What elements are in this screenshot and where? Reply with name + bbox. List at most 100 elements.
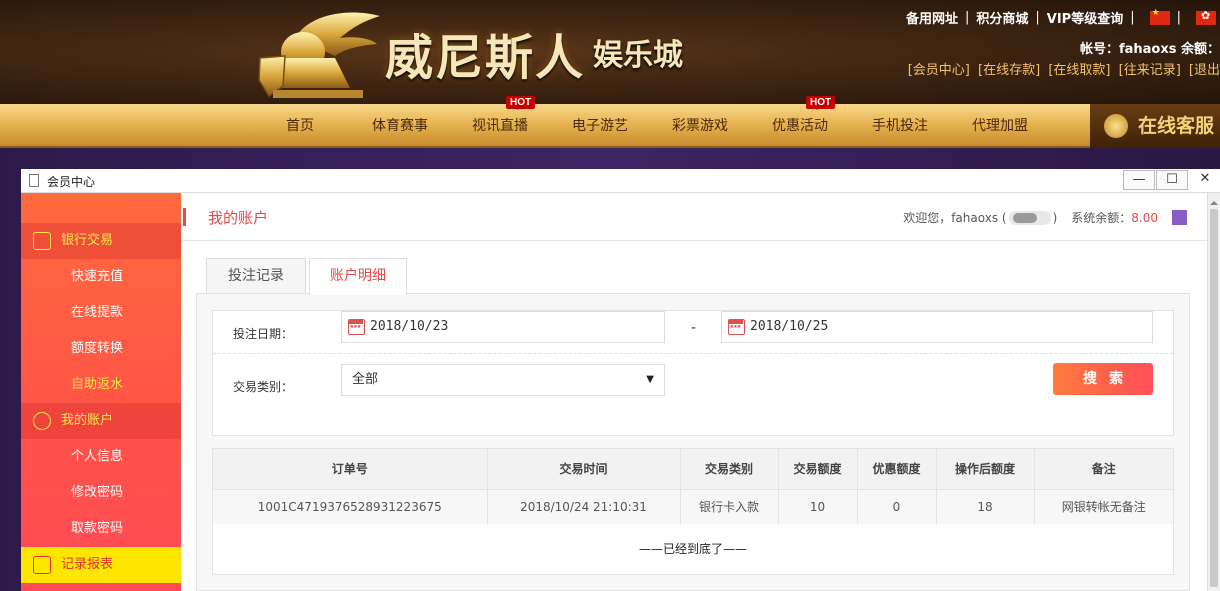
tab-account-details[interactable]: 账户明细 [309,258,407,295]
close-button[interactable]: ✕ [1189,170,1220,190]
table-header-row: 订单号 交易时间 交易类别 交易额度 优惠额度 操作后额度 备注 [213,449,1173,490]
col-time: 交易时间 [487,449,681,490]
hot-badge: HOT [506,96,536,110]
nav-sports[interactable]: 体育赛事 [360,104,440,148]
sidebar-item-withdraw[interactable]: 在线提款 [21,295,181,331]
logo-subtitle: 娱乐城 [593,38,683,73]
report-icon [33,556,51,574]
vip-level-link[interactable]: VIP等级查询 [1047,8,1123,27]
nav-promotions[interactable]: 优惠活动 HOT [760,96,840,148]
online-withdraw-link[interactable]: [在线取款] [1048,63,1110,78]
sidebar-section-label: 我的账户 [61,413,114,428]
logo-title: 威尼斯人 [385,30,586,86]
site-banner: 威尼斯人 娱乐城 备用网址 | 积分商城 | VIP等级查询 | | 帐号：fa… [0,0,1220,104]
transactions-table: 订单号 交易时间 交易类别 交易额度 优惠额度 操作后额度 备注 1001C47… [212,448,1174,575]
sidebar-section-label: 记录报表 [61,557,114,572]
sidebar-item-rebate[interactable]: 自助返水 [21,367,181,403]
sidebar-section-bank[interactable]: 银行交易 [21,223,181,259]
end-date-input[interactable]: 2018/10/25 [721,311,1153,343]
balance-visibility-toggle[interactable] [1008,210,1051,225]
calendar-icon [728,319,745,335]
online-service-button[interactable]: 在线客服 [1090,104,1220,148]
welcome-bar: 欢迎您，fahaoxs ( ) 系统余额： 8.00 [903,209,1187,226]
member-sidebar: 银行交易 快速充值 在线提款 额度转换 自助返水 我的账户 个人信息 修改密码 … [21,193,181,591]
col-type: 交易类别 [680,449,779,490]
title-accent-bar [183,208,186,226]
page-title: 我的账户 [208,209,269,227]
nav-live-video-label: 视讯直播 [472,118,528,134]
transaction-type-value: 全部 [352,372,379,387]
nav-agent[interactable]: 代理加盟 [960,104,1040,148]
sidebar-item-profile[interactable]: 个人信息 [21,439,181,475]
end-of-list: ——已经到底了—— [213,524,1173,574]
type-label: 交易类别： [233,380,294,394]
nav-lottery[interactable]: 彩票游戏 [660,104,740,148]
cell-remark: 网银转帐无备注 [1034,489,1173,524]
sidebar-section-label: 银行交易 [61,233,114,248]
minimize-button[interactable]: — [1123,170,1155,190]
balance-value: 8.00 [1131,210,1158,225]
search-button[interactable]: 搜索 [1053,363,1153,395]
logout-link[interactable]: [退出 [1189,63,1220,78]
date-range-dash: - [691,320,697,336]
end-date-value: 2018/10/25 [750,319,829,334]
wallet-icon [33,232,51,250]
nav-electronic-games[interactable]: 电子游艺 [560,104,640,148]
points-mall-link[interactable]: 积分商城 [976,8,1028,27]
sidebar-section-records[interactable]: 记录报表 [21,547,181,583]
cell-bonus: 0 [857,489,937,524]
col-bonus: 优惠额度 [857,449,937,490]
transaction-records-link[interactable]: [往来记录] [1119,63,1181,78]
tab-bet-records[interactable]: 投注记录 [206,258,306,294]
online-deposit-link[interactable]: [在线存款] [978,63,1040,78]
vertical-scrollbar[interactable] [1207,193,1220,591]
page-header: 我的账户 欢迎您，fahaoxs ( ) 系统余额： 8.00 [181,193,1207,241]
table-row: 1001C4719376528931223675 2018/10/24 21:1… [213,489,1173,524]
top-links: 备用网址 | 积分商城 | VIP等级查询 | | [906,8,1216,27]
account-links: [会员中心] [在线存款] [在线取款] [往来记录] [退出 [904,59,1220,78]
col-amount: 交易额度 [778,449,858,490]
document-icon [29,174,39,187]
sidebar-section-account[interactable]: 我的账户 [21,403,181,439]
col-order-no: 订单号 [213,449,488,490]
account-info: 帐号：fahaoxs 余额： [1079,42,1220,57]
nav-mobile-betting[interactable]: 手机投注 [860,104,940,148]
hot-badge: HOT [806,96,836,110]
dashed-divider [213,353,1173,354]
tab-panel: 投注日期： 2018/10/23 - 2018/10/25 交易类别： 全部 ▼… [196,293,1190,591]
window-titlebar[interactable]: 会员中心 — ☐ ✕ [21,169,1220,193]
col-remark: 备注 [1034,449,1173,490]
user-icon [33,412,51,430]
start-date-value: 2018/10/23 [370,319,449,334]
cell-amount: 10 [778,489,858,524]
date-label: 投注日期： [233,327,294,341]
transaction-type-select[interactable]: 全部 ▼ [341,364,665,396]
chevron-down-icon: ▼ [646,374,654,385]
hongkong-flag-icon[interactable] [1196,9,1216,25]
maximize-button[interactable]: ☐ [1156,170,1188,190]
member-center-window: 会员中心 — ☐ ✕ 银行交易 快速充值 在线提款 额度转换 自助返水 我的账户… [21,169,1220,591]
sidebar-item-change-password[interactable]: 修改密码 [21,475,181,511]
china-flag-icon[interactable] [1149,8,1170,25]
winged-lion-logo [258,12,380,98]
sidebar-item-quick-deposit[interactable]: 快速充值 [21,259,181,295]
nav-live-video[interactable]: 视讯直播 HOT [460,96,540,148]
sidebar-item-transfer[interactable]: 额度转换 [21,331,181,367]
scrollbar-thumb[interactable] [1210,209,1218,587]
filter-form: 投注日期： 2018/10/23 - 2018/10/25 交易类别： 全部 ▼… [212,310,1174,436]
scroll-up-icon[interactable] [1210,197,1218,205]
cell-time: 2018/10/24 21:10:31 [487,489,681,524]
col-balance-after: 操作后额度 [936,449,1035,490]
start-date-input[interactable]: 2018/10/23 [341,311,665,343]
balance-label: 系统余额： [1071,211,1132,225]
member-center-link[interactable]: [会员中心] [908,63,970,78]
welcome-text: 欢迎您，fahaoxs ( [903,211,1007,225]
nav-home[interactable]: 首页 [260,104,340,148]
cell-type: 银行卡入款 [680,489,779,524]
welcome-suffix: ) [1052,210,1058,225]
sidebar-item-withdraw-password[interactable]: 取款密码 [21,511,181,547]
online-service-label: 在线客服 [1138,115,1215,137]
refresh-icon[interactable] [1172,210,1187,225]
backup-url-link[interactable]: 备用网址 [906,8,958,27]
calendar-icon [348,319,365,335]
